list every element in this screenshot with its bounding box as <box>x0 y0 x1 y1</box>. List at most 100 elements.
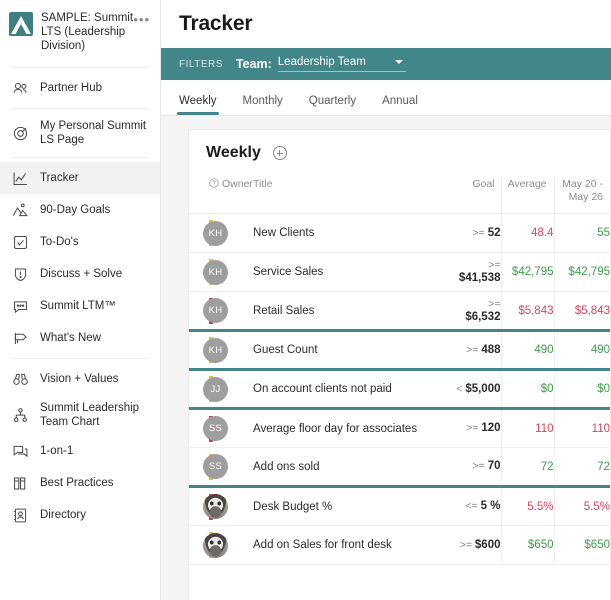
avatar[interactable]: KH <box>203 220 228 246</box>
app-root: SAMPLE: Summit LTS (Leadership Division)… <box>0 0 611 600</box>
goal-cell: >= 120 <box>433 409 501 448</box>
org-header[interactable]: SAMPLE: Summit LTS (Leadership Division)… <box>0 0 160 63</box>
avatar[interactable]: KH <box>203 298 228 323</box>
week-value[interactable]: $650 <box>553 525 610 565</box>
week-value[interactable]: 72 <box>553 447 610 487</box>
owner-cell: KH <box>189 292 253 331</box>
measurable-title[interactable]: Add on Sales for front desk <box>253 526 433 565</box>
measurable-title[interactable]: On account clients not paid <box>253 370 433 409</box>
add-measurable-icon[interactable] <box>272 146 287 160</box>
week-value[interactable]: 110 <box>553 408 610 448</box>
tab-quarterly[interactable]: Quarterly <box>309 95 356 115</box>
table-row[interactable]: KH Guest Count >= 488 490 490 <box>189 330 610 370</box>
table-row[interactable]: SS Average floor day for associates >= 120… <box>189 408 610 448</box>
average-value: $5,843 <box>500 291 554 331</box>
goal-cell: >= 70 <box>433 448 501 487</box>
avatar[interactable] <box>203 532 228 558</box>
goal-operator: >= <box>459 538 475 551</box>
card-title: Weekly <box>206 144 261 161</box>
sidebar-item-team-chart[interactable]: Summit Leadership Team Chart <box>0 395 160 435</box>
sidebar-item-directory[interactable]: Directory <box>0 499 160 531</box>
binoculars-icon <box>10 369 30 389</box>
week-value[interactable]: 490 <box>553 330 610 370</box>
goal-cell: >= $6,532 <box>433 292 501 331</box>
table-row[interactable]: Add on Sales for front desk >= $600 $650 $6… <box>189 525 610 565</box>
column-header-week[interactable]: May 20 - May 26 <box>553 178 610 214</box>
sidebar-item-my-personal-page[interactable]: My Personal Summit LS Page <box>0 113 160 153</box>
sidebar-item-label: Tracker <box>40 172 79 184</box>
table-body: KH New Clients >= 52 48.4 55 KH Service Sales >… <box>189 213 610 565</box>
tab-weekly[interactable]: Weekly <box>177 95 218 115</box>
column-header-average[interactable]: Average <box>500 178 554 214</box>
measurable-title[interactable]: Add ons sold <box>253 448 433 487</box>
sidebar-item-vision-values[interactable]: Vision + Values <box>0 363 160 395</box>
avatar[interactable]: SS <box>203 454 228 479</box>
column-header-title[interactable]: Title <box>253 178 433 214</box>
sidebar-divider-1 <box>12 67 148 68</box>
measurable-title[interactable]: Service Sales <box>253 253 433 292</box>
sidebar-item-90-day-goals[interactable]: 90-Day Goals <box>0 194 160 226</box>
page-header: Tracker <box>161 0 611 48</box>
table-row[interactable]: Desk Budget % <= 5 % 5.5% 5.5% <box>189 486 610 526</box>
table-head: Owner Title Goal Average May 20 - May 26 <box>189 178 610 214</box>
mountain-flag-icon <box>10 200 30 220</box>
column-header-owner[interactable]: Owner <box>189 178 253 214</box>
measurable-title[interactable]: New Clients <box>253 214 433 253</box>
column-header-goal[interactable]: Goal <box>433 178 501 214</box>
avatar[interactable]: JJ <box>203 376 228 402</box>
week-value[interactable]: $5,843 <box>553 291 610 331</box>
team-filter-value: Leadership Team <box>277 56 366 68</box>
goal-operator: >= <box>472 226 488 239</box>
goal-cell: < $5,000 <box>433 370 501 409</box>
average-value: $650 <box>500 525 554 565</box>
week-value[interactable]: 5.5% <box>553 486 610 526</box>
tab-annual[interactable]: Annual <box>382 95 418 115</box>
avatar[interactable]: SS <box>203 416 228 441</box>
avatar-photo <box>203 532 228 558</box>
sidebar-divider-4 <box>12 358 148 359</box>
average-value: 490 <box>500 330 554 370</box>
measurable-title[interactable]: Desk Budget % <box>253 487 433 526</box>
avatar[interactable]: KH <box>203 337 228 363</box>
measurable-title[interactable]: Retail Sales <box>253 292 433 331</box>
week-value[interactable]: 55 <box>553 213 610 253</box>
team-filter-select[interactable]: Leadership Team <box>277 56 406 72</box>
average-value: 110 <box>500 408 554 448</box>
tab-monthly[interactable]: Monthly <box>243 95 283 115</box>
sidebar-divider-3 <box>12 157 148 158</box>
goal-value: 120 <box>481 422 501 434</box>
card-header: Weekly <box>189 144 610 162</box>
sidebar-item-to-dos[interactable]: To-Do's <box>0 226 160 258</box>
sidebar-item-discuss-solve[interactable]: Discuss + Solve <box>0 258 160 290</box>
table-row[interactable]: KH Service Sales >= $41,538 $42,795 $42,795 <box>189 252 610 292</box>
measurable-title[interactable]: Average floor day for associates <box>253 409 433 448</box>
people-icon <box>10 78 30 98</box>
sidebar-item-label: 90-Day Goals <box>40 204 111 216</box>
summit-logo-icon <box>9 12 33 36</box>
table-row[interactable]: KH New Clients >= 52 48.4 55 <box>189 213 610 253</box>
owner-cell <box>189 526 253 565</box>
week-value[interactable]: $42,795 <box>553 252 610 292</box>
sidebar-item-best-practices[interactable]: Best Practices <box>0 467 160 499</box>
goal-operator: >= <box>466 343 482 356</box>
table-row[interactable]: KH Retail Sales >= $6,532 $5,843 $5,843 <box>189 291 610 331</box>
sidebar-item-whats-new[interactable]: What's New <box>0 322 160 354</box>
table-row[interactable]: SS Add ons sold >= 70 72 72 <box>189 447 610 487</box>
goal-value: $600 <box>474 538 501 551</box>
org-overflow-menu-icon[interactable]: ••• <box>133 13 150 26</box>
sidebar-item-tracker[interactable]: Tracker <box>0 162 160 194</box>
week-value[interactable]: $0 <box>553 369 610 409</box>
avatar[interactable] <box>203 494 228 519</box>
avatar[interactable]: KH <box>203 259 228 285</box>
goal-value: 488 <box>481 343 501 356</box>
period-tabs: Weekly Monthly Quarterly Annual <box>161 80 611 116</box>
measurable-title[interactable]: Guest Count <box>253 331 433 370</box>
goal-cell: >= 52 <box>433 214 501 253</box>
goal-cell: >= $600 <box>433 526 501 565</box>
sidebar-item-partner-hub[interactable]: Partner Hub <box>0 72 160 104</box>
table-row[interactable]: JJ On account clients not paid < $5,000 $0 $… <box>189 369 610 409</box>
average-value: 48.4 <box>500 213 554 253</box>
sidebar-item-summit-ltm[interactable]: Summit LTM™ <box>0 290 160 322</box>
goal-value: 52 <box>487 226 501 239</box>
sidebar-item-1-on-1[interactable]: 1-on-1 <box>0 435 160 467</box>
